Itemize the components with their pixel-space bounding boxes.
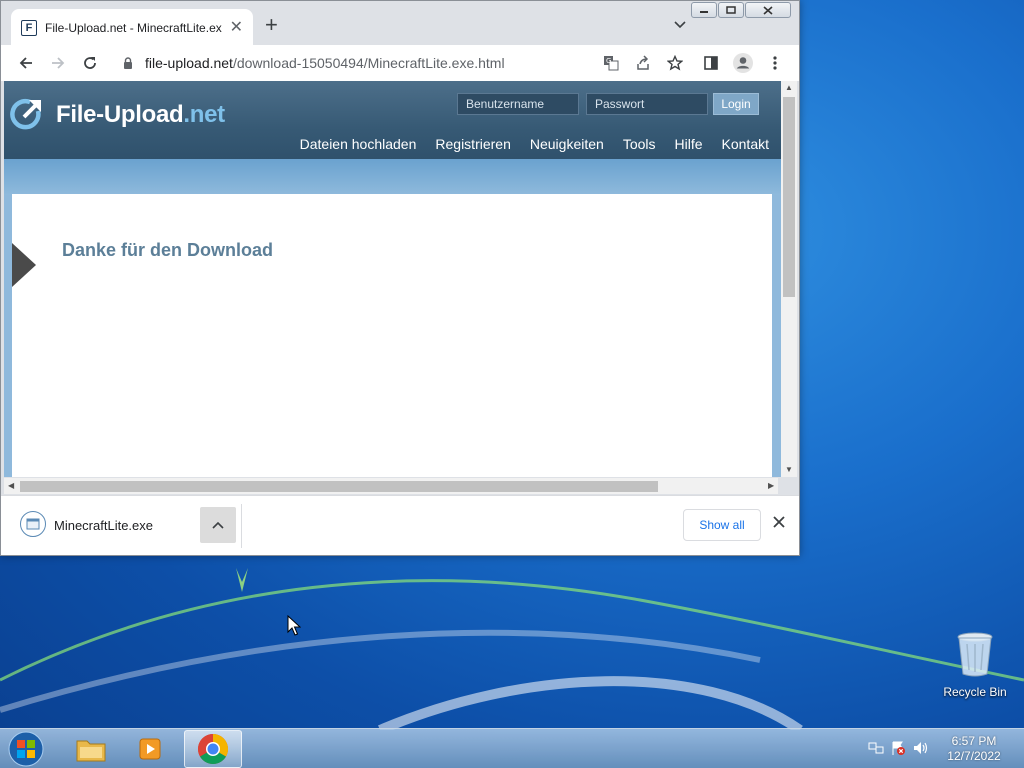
tab-title: File-Upload.net - MinecraftLite.exe (45, 21, 222, 35)
maximize-icon (726, 6, 736, 14)
login-button[interactable]: Login (713, 93, 759, 115)
content-panel (12, 194, 772, 477)
minimize-button[interactable] (691, 2, 717, 18)
side-panel-button[interactable] (695, 47, 727, 79)
logo-main-text: File-Upload (56, 101, 184, 128)
network-icon[interactable] (865, 739, 887, 757)
back-button[interactable] (10, 47, 42, 79)
clock-time: 6:57 PM (951, 734, 997, 748)
media-player-icon (139, 738, 161, 760)
decorative-band (4, 159, 781, 195)
reload-icon (84, 57, 96, 69)
nav-dateien-hochladen[interactable]: Dateien hochladen (300, 136, 417, 152)
nav-kontakt[interactable]: Kontakt (722, 136, 769, 152)
site-header: File-Upload.net Benutzername Passwort Lo… (4, 81, 781, 159)
horizontal-scrollbar[interactable]: ◀ ▶ (4, 478, 778, 494)
star-icon (667, 55, 683, 71)
recycle-bin-label: Recycle Bin (943, 685, 1007, 699)
share-button[interactable] (627, 47, 659, 79)
show-all-button[interactable]: Show all (683, 509, 761, 541)
url-text: file-upload.net/download-15050494/Minecr… (145, 55, 505, 71)
chevron-up-icon (212, 521, 224, 529)
nav-neuigkeiten[interactable]: Neuigkeiten (530, 136, 604, 152)
download-options-button[interactable] (200, 507, 236, 543)
nav-tools[interactable]: Tools (623, 136, 656, 152)
recycle-bin-icon (957, 632, 993, 677)
password-input[interactable]: Passwort (586, 93, 708, 115)
minimize-icon (700, 11, 708, 13)
translate-button[interactable]: G (595, 47, 627, 79)
browser-tab[interactable]: F File-Upload.net - MinecraftLite.exe ✕ (11, 9, 253, 47)
nav-registrieren[interactable]: Registrieren (435, 136, 510, 152)
vertical-scrollbar[interactable]: ▲ ▼ (781, 81, 797, 477)
chrome-icon (197, 734, 229, 765)
logo-text: File-Upload.net (56, 101, 225, 129)
tab-strip: F File-Upload.net - MinecraftLite.exe ✕ … (1, 1, 799, 47)
tab-close-icon[interactable]: ✕ (230, 20, 243, 36)
volume-icon[interactable] (909, 739, 931, 757)
taskbar-clock[interactable]: 6:57 PM 12/7/2022 (938, 734, 1010, 764)
url-path: /download-15050494/MinecraftLite.exe.htm… (232, 55, 505, 71)
close-shelf-icon[interactable] (771, 514, 787, 530)
scroll-up-icon[interactable]: ▲ (785, 83, 793, 92)
kebab-menu-icon (773, 56, 777, 70)
close-icon (763, 5, 773, 15)
windows-logo-icon (8, 731, 44, 767)
side-panel-icon (704, 56, 718, 70)
logo-suffix-text: .net (183, 101, 225, 128)
wallpaper-swoosh (0, 568, 1024, 730)
download-file-name[interactable]: MinecraftLite.exe (54, 518, 153, 533)
site-logo[interactable]: File-Upload.net (10, 97, 225, 133)
vertical-scroll-thumb[interactable] (783, 97, 795, 297)
start-button[interactable] (6, 730, 46, 768)
profile-button[interactable] (727, 47, 759, 79)
tab-search-chevron-icon[interactable] (673, 17, 687, 31)
site-nav: Dateien hochladen Registrieren Neuigkeit… (281, 136, 769, 152)
address-bar[interactable]: file-upload.net/download-15050494/Minecr… (113, 48, 583, 78)
exe-file-icon (20, 511, 46, 537)
lock-icon[interactable] (123, 57, 133, 69)
window-controls (690, 2, 791, 18)
reload-button[interactable] (74, 47, 106, 79)
browser-toolbar: file-upload.net/download-15050494/Minecr… (1, 45, 799, 81)
forward-button[interactable] (42, 47, 74, 79)
page-heading: Danke für den Download (62, 240, 274, 260)
taskbar-chrome[interactable] (184, 730, 242, 768)
close-window-button[interactable] (745, 2, 791, 18)
clock-date: 12/7/2022 (947, 749, 1001, 763)
url-host: file-upload.net (145, 55, 233, 71)
folder-icon (76, 740, 106, 762)
translate-icon: G (604, 56, 619, 71)
page-viewport: File-Upload.net Benutzername Passwort Lo… (4, 81, 781, 477)
download-shelf: MinecraftLite.exe Show all (1, 495, 799, 555)
shelf-divider (241, 504, 242, 548)
new-tab-icon[interactable]: + (265, 14, 278, 36)
scroll-right-icon[interactable]: ▶ (768, 481, 774, 490)
svg-text:G: G (606, 57, 611, 65)
action-center-flag-icon[interactable] (887, 739, 909, 757)
section-arrow-icon (12, 243, 36, 287)
forward-arrow-icon (52, 57, 65, 69)
recycle-bin[interactable]: Recycle Bin (940, 630, 1010, 699)
horizontal-scroll-thumb[interactable] (20, 481, 658, 492)
scroll-down-icon[interactable]: ▼ (785, 465, 793, 474)
bookmark-button[interactable] (659, 47, 691, 79)
taskbar-explorer[interactable] (62, 730, 120, 768)
profile-avatar-icon (733, 53, 753, 73)
taskbar: 6:57 PM 12/7/2022 (0, 728, 1024, 768)
scroll-left-icon[interactable]: ◀ (8, 481, 14, 490)
browser-window: F File-Upload.net - MinecraftLite.exe ✕ … (0, 0, 800, 556)
system-tray (865, 739, 931, 757)
maximize-button[interactable] (718, 2, 744, 18)
taskbar-media-player[interactable] (122, 730, 180, 768)
menu-button[interactable] (759, 47, 791, 79)
back-arrow-icon (19, 57, 32, 69)
username-input[interactable]: Benutzername (457, 93, 579, 115)
file-upload-favicon-icon: F (21, 20, 37, 36)
nav-hilfe[interactable]: Hilfe (675, 136, 703, 152)
mouse-cursor-icon (287, 615, 301, 636)
share-icon (637, 55, 649, 70)
upload-arrow-logo-icon (10, 98, 41, 130)
